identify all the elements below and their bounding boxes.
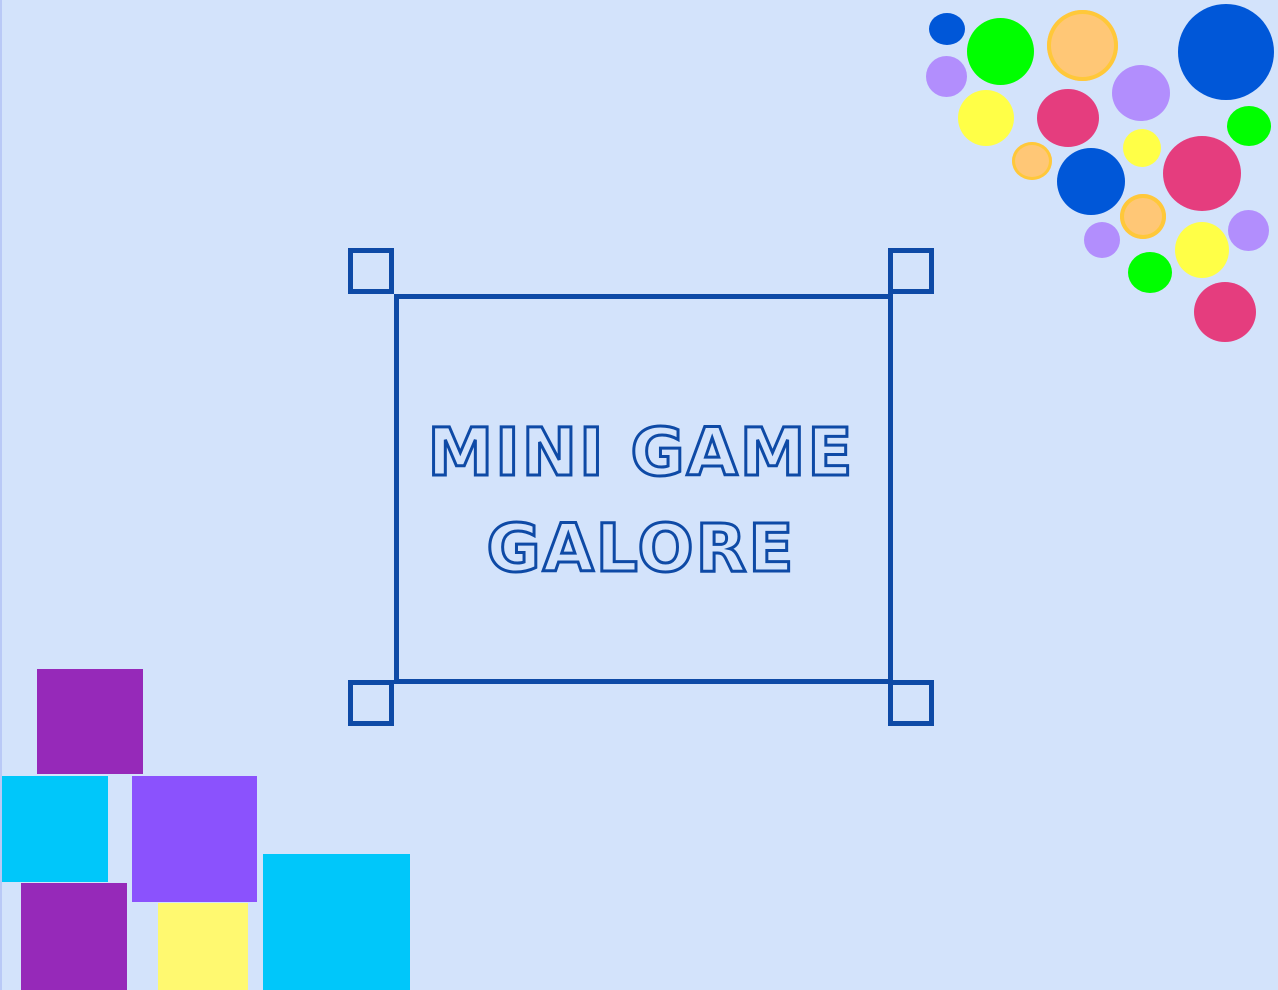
game-title-line-1: MINI GAME (426, 413, 855, 493)
bubble-lavender (926, 56, 967, 97)
bubble-lavender-right (1228, 210, 1269, 251)
game-title-line-2: GALORE (485, 509, 796, 589)
game-title-screen: MINI GAME GALORE (0, 0, 1278, 990)
bubble-peach-large (1047, 10, 1118, 81)
block-purple-top (37, 669, 143, 774)
bubble-blue-mid (1057, 148, 1125, 215)
bubble-blue-small (929, 13, 965, 45)
block-yellow-bottom (158, 903, 248, 990)
block-cyan-right (263, 854, 410, 990)
frame-corner-top-right (888, 248, 934, 294)
block-purple-bottom (21, 883, 127, 990)
bubble-pink-mid (1037, 89, 1099, 147)
frame-corner-bottom-left (348, 680, 394, 726)
bubble-peach-small (1012, 142, 1052, 180)
bubble-lavender-mid (1112, 65, 1170, 121)
frame-corner-top-left (348, 248, 394, 294)
block-violet-middle (132, 776, 257, 902)
bubble-pink-large (1163, 136, 1241, 211)
game-title: MINI GAME GALORE (399, 405, 883, 597)
bubble-green-right (1227, 106, 1271, 146)
bubble-blue-large (1178, 4, 1274, 100)
bubble-peach-mid (1120, 194, 1166, 239)
bubble-green-small (1128, 252, 1172, 293)
bubble-yellow-left (958, 90, 1014, 146)
bubble-yellow-right (1175, 222, 1229, 278)
bubble-yellow-small (1123, 129, 1161, 167)
bubble-green-large (967, 18, 1034, 85)
frame-corner-bottom-right (888, 680, 934, 726)
bubble-lavender-small (1084, 222, 1120, 258)
block-cyan-left (2, 776, 108, 882)
bubble-pink-bottom (1194, 282, 1256, 342)
